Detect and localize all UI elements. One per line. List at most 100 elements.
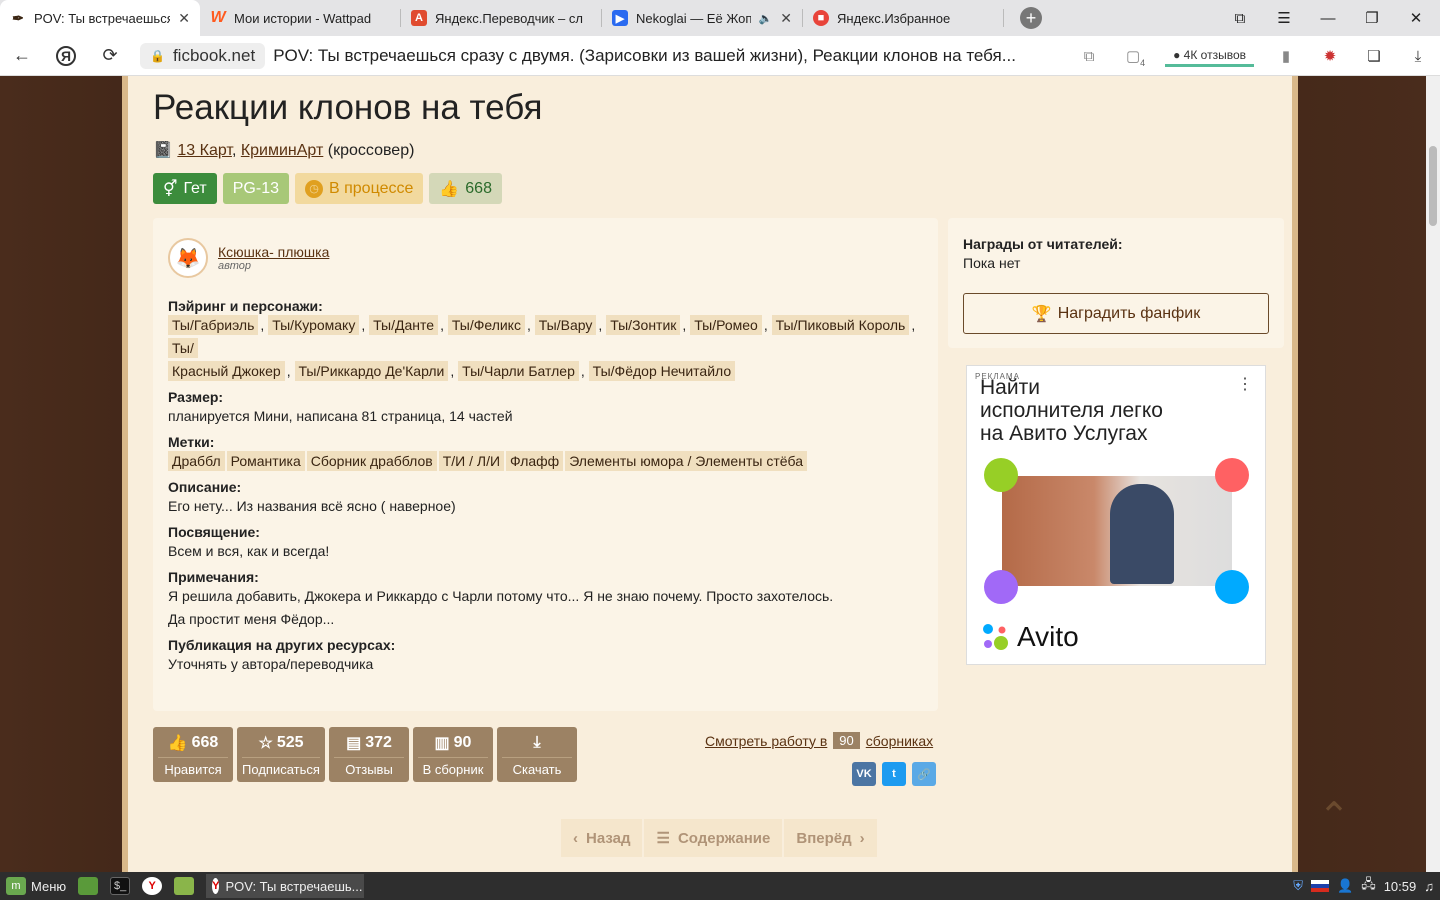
- minimize-icon[interactable]: —: [1306, 0, 1350, 36]
- domain-chip[interactable]: 🔒 ficbook.net: [140, 43, 266, 69]
- close-icon[interactable]: ✕: [780, 10, 792, 27]
- rating-badge[interactable]: PG-13: [222, 173, 289, 204]
- tag-link[interactable]: Т/И / Л/И: [438, 451, 505, 471]
- collections-link[interactable]: Смотреть работу в 90 сборниках: [705, 732, 933, 749]
- ad-photo: [1002, 476, 1232, 586]
- clock[interactable]: 10:59: [1384, 879, 1417, 894]
- subscribe-button[interactable]: ☆ 525 Подписаться: [237, 727, 325, 782]
- tabs-manager-icon[interactable]: ⧉: [1218, 0, 1262, 36]
- tag-link[interactable]: Ты/Фёдор Нечитайло: [588, 361, 736, 381]
- likes-badge[interactable]: 👍 668: [429, 173, 502, 204]
- gender-icon: ⚥: [163, 180, 178, 198]
- tag-link[interactable]: Элементы юмора / Элементы стёба: [565, 451, 807, 471]
- collections-icon[interactable]: ❏: [1352, 36, 1396, 76]
- tab-pov[interactable]: ✒ POV: Ты встречаешься сразу ✕: [0, 0, 200, 36]
- taskbar-window-button[interactable]: Y POV: Ты встречаешь...: [206, 874, 365, 898]
- download-icon: ⤓: [533, 733, 541, 751]
- award-button[interactable]: 🏆 Наградить фанфик: [963, 293, 1269, 334]
- ad-banner[interactable]: РЕКЛАМА ⋮ Найти исполнителя легко на Ави…: [966, 365, 1266, 665]
- menu-icon[interactable]: ☰: [1262, 0, 1306, 36]
- speaker-icon[interactable]: 🔈: [759, 12, 773, 25]
- forward-button[interactable]: Вперёд ›: [784, 819, 877, 857]
- close-icon[interactable]: ✕: [178, 10, 190, 27]
- terminal-icon[interactable]: $_: [104, 872, 136, 900]
- tag-link[interactable]: Сборник драбблов: [306, 451, 437, 471]
- tab-favorites[interactable]: ■ Яндекс.Избранное: [803, 0, 1003, 36]
- back-button[interactable]: ‹ Назад: [561, 819, 643, 857]
- author-role: автор: [218, 260, 252, 272]
- tag-link[interactable]: Ты/Пиковый Король: [771, 315, 910, 335]
- extension-icon[interactable]: ✹: [1308, 36, 1352, 76]
- show-desktop-icon[interactable]: [72, 872, 104, 900]
- new-tab-button[interactable]: +: [1020, 7, 1042, 29]
- reviews-stat-button[interactable]: ▤ 372 Отзывы: [329, 727, 409, 782]
- avatar[interactable]: 🦊: [168, 238, 208, 278]
- direction-badge[interactable]: ⚥ Гет: [153, 173, 217, 204]
- network-icon[interactable]: 🖧: [1361, 875, 1376, 897]
- tag-link[interactable]: Ты/Феликс: [447, 315, 525, 335]
- tag-link[interactable]: Драббл: [168, 451, 225, 471]
- url-field[interactable]: 🔒 ficbook.net POV: Ты встречаешься сразу…: [140, 42, 1016, 70]
- start-menu-button[interactable]: m Меню: [0, 872, 72, 900]
- video-icon: ▶: [612, 10, 628, 26]
- twitter-share-button[interactable]: t: [882, 762, 906, 786]
- reload-icon[interactable]: ⟳: [88, 36, 132, 76]
- back-label: Назад: [586, 829, 631, 847]
- tabs-count-icon[interactable]: ▢ 4: [1111, 36, 1155, 76]
- flag-ru-icon[interactable]: [1311, 880, 1330, 892]
- music-icon[interactable]: ♫: [1424, 879, 1434, 894]
- tab-translate[interactable]: A Яндекс.Переводчик – сл: [401, 0, 601, 36]
- add-to-collection-button[interactable]: ▥ 90 В сборник: [413, 727, 493, 782]
- os-taskbar: m Меню $_ Y Y POV: Ты встречаешь... ⛨ 👤 🖧 …: [0, 872, 1440, 900]
- copy-icon[interactable]: ⧉: [1067, 36, 1111, 76]
- content-paper: Реакции клонов на тебя 📓 13 Карт, Кримин…: [122, 76, 1298, 872]
- scrollbar-thumb[interactable]: [1429, 146, 1437, 226]
- person-silhouette: [1110, 484, 1174, 584]
- browser-tab-bar: ✒ POV: Ты встречаешься сразу ✕ W Мои ист…: [0, 0, 1440, 36]
- status-badge[interactable]: ◷ В процессе: [295, 173, 424, 204]
- download-icon[interactable]: ⤓: [1396, 36, 1440, 76]
- scrollbar[interactable]: [1426, 76, 1440, 872]
- badges-row: ⚥ Гет PG-13 ◷ В процессе 👍 668: [153, 173, 502, 204]
- tag-link[interactable]: Ты/Куромаку: [268, 315, 360, 335]
- shield-icon[interactable]: ⛨: [1293, 878, 1303, 894]
- download-button[interactable]: ⤓ Скачать: [497, 727, 577, 782]
- yandex-browser-icon[interactable]: Y: [136, 872, 168, 900]
- tag-link[interactable]: Ты/: [168, 338, 198, 358]
- maximize-icon[interactable]: ❐: [1350, 0, 1394, 36]
- tag-link[interactable]: Ты/Габриэль: [168, 315, 259, 335]
- book-icon: ▥: [434, 734, 450, 752]
- tag-link[interactable]: Ты/Данте: [369, 315, 439, 335]
- tag-link[interactable]: Ты/Риккардо Де'Карли: [294, 361, 449, 381]
- tag-link[interactable]: Флафф: [506, 451, 564, 471]
- vk-share-button[interactable]: VK: [852, 762, 876, 786]
- contents-button[interactable]: ☰ Содержание: [644, 819, 783, 857]
- tag-link[interactable]: Ты/Ромео: [690, 315, 762, 335]
- publication-label: Публикация на других ресурсах:: [168, 637, 396, 653]
- tag-link[interactable]: Романтика: [226, 451, 305, 471]
- close-window-icon[interactable]: ✕: [1394, 0, 1438, 36]
- reviews-button[interactable]: ● 4К отзывов: [1165, 46, 1254, 67]
- fandom-link[interactable]: 13 Карт: [177, 142, 232, 159]
- tag-link[interactable]: Ты/Вару: [534, 315, 597, 335]
- awards-box: Награды от читателей: Пока нет 🏆 Наградит…: [948, 218, 1284, 348]
- fandom-link[interactable]: КриминАрт: [241, 142, 323, 159]
- ad-headline-line: исполнителя легко: [980, 399, 1163, 422]
- bookmark-icon[interactable]: ▮: [1264, 36, 1308, 76]
- tag-link[interactable]: Ты/Чарли Батлер: [458, 361, 579, 381]
- tab-nekoglai[interactable]: ▶ Nekoglai — Её Жопа 🔈 ✕: [602, 0, 802, 36]
- like-button[interactable]: 👍 668 Нравится: [153, 727, 233, 782]
- author-name[interactable]: Ксюшка- плюшка: [218, 244, 329, 260]
- copy-link-button[interactable]: 🔗: [912, 762, 936, 786]
- terminal-glyph: $_: [110, 877, 131, 895]
- tag-link[interactable]: Красный Джокер: [168, 361, 285, 381]
- notes-line: Да простит меня Фёдор...: [168, 611, 335, 627]
- back-arrow-icon[interactable]: ←: [0, 36, 44, 76]
- tag-link[interactable]: Ты/Зонтик: [606, 315, 681, 335]
- yandex-icon[interactable]: Я: [44, 36, 88, 76]
- more-vertical-icon[interactable]: ⋮: [1237, 374, 1253, 394]
- files-icon[interactable]: [168, 872, 200, 900]
- scroll-top-icon[interactable]: ⌃: [1318, 794, 1350, 839]
- user-icon[interactable]: 👤: [1337, 878, 1353, 894]
- tab-wattpad[interactable]: W Мои истории - Wattpad: [200, 0, 400, 36]
